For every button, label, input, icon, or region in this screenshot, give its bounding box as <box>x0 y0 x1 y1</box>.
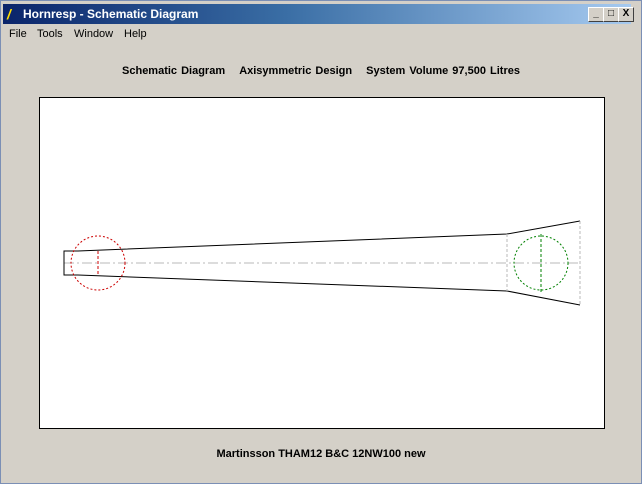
menu-help[interactable]: Help <box>124 28 147 40</box>
view-label: Schematic Diagram <box>122 65 226 77</box>
horn-schematic <box>63 220 581 306</box>
schematic-canvas <box>39 97 605 429</box>
volume-label: System Volume 97,500 Litres <box>366 65 520 77</box>
title-bar[interactable]: / Hornresp - Schematic Diagram _ □ X <box>3 4 634 24</box>
window-title: Hornresp - Schematic Diagram <box>23 7 199 21</box>
close-button[interactable]: X <box>618 7 634 22</box>
design-label: Axisymmetric Design <box>239 65 353 77</box>
menu-file[interactable]: File <box>9 28 27 40</box>
maximize-button[interactable]: □ <box>603 7 619 22</box>
horn-lower-wall <box>77 274 581 306</box>
minimize-button[interactable]: _ <box>588 7 604 22</box>
diagram-header: Schematic Diagram Axisymmetric Design Sy… <box>1 65 641 77</box>
menu-tools[interactable]: Tools <box>37 28 63 40</box>
record-name: Martinsson THAM12 B&C 12NW100 new <box>216 448 426 460</box>
lightning-icon: / <box>7 6 11 22</box>
hornresp-window: / Hornresp - Schematic Diagram _ □ X Fil… <box>0 0 642 484</box>
menu-window[interactable]: Window <box>74 28 113 40</box>
horn-upper-wall <box>77 220 581 252</box>
